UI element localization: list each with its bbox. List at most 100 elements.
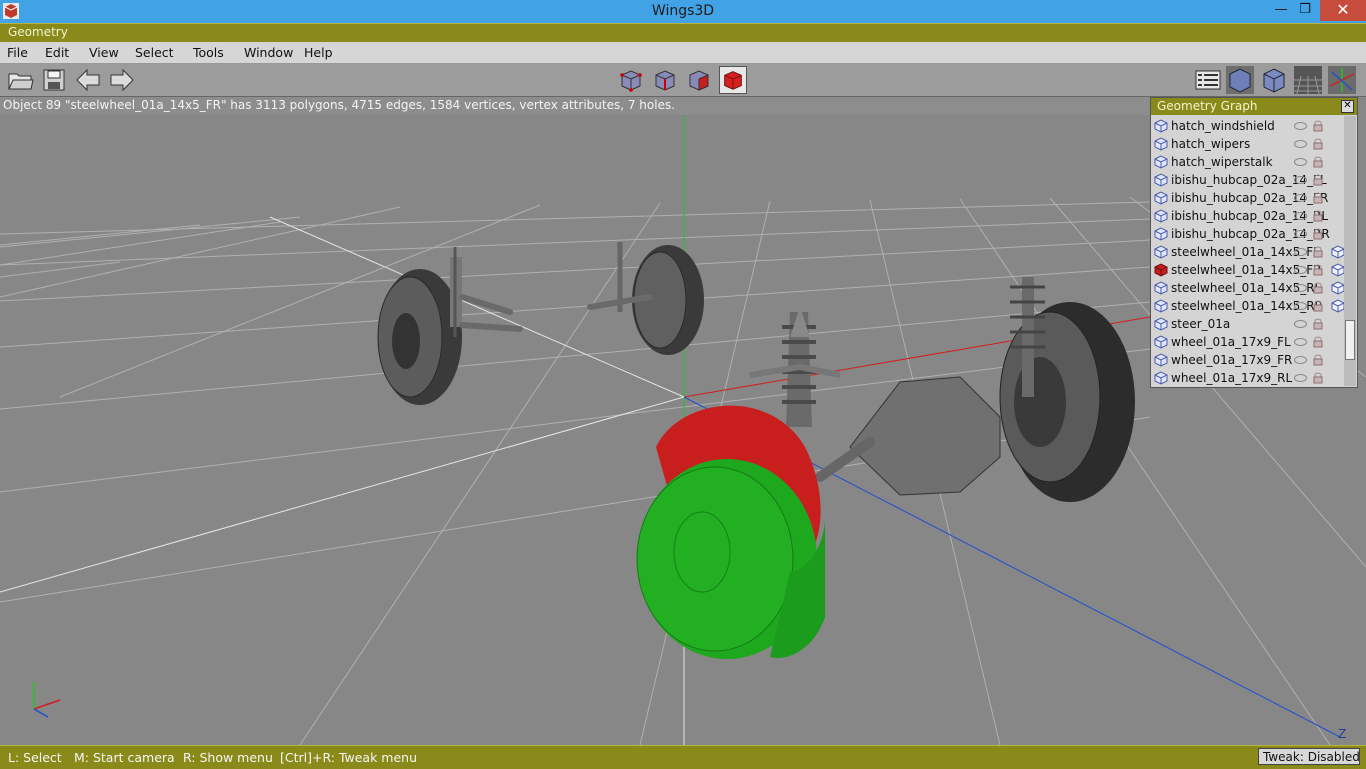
graph-object-row[interactable]: hatch_windshield bbox=[1151, 117, 1343, 135]
menu-view[interactable]: View bbox=[89, 45, 119, 60]
visibility-eye-icon[interactable] bbox=[1294, 176, 1307, 184]
graph-object-row[interactable]: steelwheel_01a_14x5_RL bbox=[1151, 279, 1345, 297]
object-cube-icon[interactable] bbox=[1154, 173, 1168, 187]
lock-icon[interactable] bbox=[1313, 174, 1323, 186]
visibility-eye-icon[interactable] bbox=[1294, 194, 1307, 202]
lock-icon[interactable] bbox=[1313, 156, 1323, 168]
edge-select-icon[interactable] bbox=[651, 66, 679, 94]
lock-icon[interactable] bbox=[1313, 300, 1323, 312]
object-cube-icon[interactable] bbox=[1154, 155, 1168, 169]
face-select-icon[interactable] bbox=[685, 66, 713, 94]
visibility-eye-icon[interactable] bbox=[1294, 338, 1307, 346]
geometry-graph-panel: Geometry Graph ✕ hatch_windshield hatch_w… bbox=[1150, 97, 1358, 388]
window-title: Wings3D bbox=[651, 3, 715, 19]
graph-object-row[interactable]: steelwheel_01a_14x5_RR bbox=[1151, 297, 1345, 315]
geometry-graph-header[interactable]: Geometry Graph ✕ bbox=[1151, 98, 1357, 115]
lock-icon[interactable] bbox=[1313, 228, 1323, 240]
object-cube-icon[interactable] bbox=[1154, 119, 1168, 133]
visibility-eye-icon[interactable] bbox=[1294, 356, 1307, 364]
object-cube-icon[interactable] bbox=[1154, 137, 1168, 151]
lock-icon[interactable] bbox=[1313, 354, 1323, 366]
lock-icon[interactable] bbox=[1313, 192, 1323, 204]
object-cube-icon[interactable] bbox=[1154, 299, 1168, 313]
graph-object-row[interactable]: wheel_01a_17x9_FR bbox=[1151, 351, 1343, 369]
smooth-shade-icon[interactable] bbox=[1226, 66, 1254, 94]
geometry-window-header: Geometry bbox=[0, 23, 1366, 42]
visibility-eye-icon[interactable] bbox=[1294, 122, 1307, 130]
menu-edit[interactable]: Edit bbox=[45, 45, 69, 60]
status-ctrl-rmb-hint: [Ctrl]+R: Tweak menu bbox=[280, 750, 418, 765]
menu-window[interactable]: Window bbox=[244, 45, 293, 60]
lock-icon[interactable] bbox=[1313, 282, 1323, 294]
menu-file[interactable]: File bbox=[7, 45, 28, 60]
object-cube-icon[interactable] bbox=[1154, 245, 1168, 259]
object-cube-icon[interactable] bbox=[1154, 353, 1168, 367]
graph-object-row[interactable]: wheel_01a_17x9_RL bbox=[1151, 369, 1343, 387]
outliner-icon[interactable] bbox=[1194, 66, 1222, 94]
ground-plane-icon[interactable] bbox=[1294, 66, 1322, 94]
lock-icon[interactable] bbox=[1313, 246, 1323, 258]
menu-select[interactable]: Select bbox=[135, 45, 174, 60]
wire-cube-icon[interactable] bbox=[1331, 281, 1345, 295]
object-cube-icon[interactable] bbox=[1154, 335, 1168, 349]
lock-icon[interactable] bbox=[1313, 138, 1323, 150]
lock-icon[interactable] bbox=[1313, 318, 1323, 330]
graph-scrollbar[interactable] bbox=[1344, 116, 1356, 386]
menu-tools[interactable]: Tools bbox=[193, 45, 224, 60]
menu-help[interactable]: Help bbox=[304, 45, 333, 60]
visibility-eye-icon[interactable] bbox=[1294, 302, 1307, 310]
visibility-eye-icon[interactable] bbox=[1294, 140, 1307, 148]
lock-icon[interactable] bbox=[1313, 336, 1323, 348]
lock-icon[interactable] bbox=[1313, 120, 1323, 132]
object-cube-icon[interactable] bbox=[1154, 317, 1168, 331]
flat-shade-icon[interactable] bbox=[1260, 66, 1288, 94]
graph-object-row[interactable]: ibishu_hubcap_02a_14_FL bbox=[1151, 171, 1343, 189]
close-panel-icon[interactable]: ✕ bbox=[1341, 100, 1354, 113]
graph-object-row[interactable]: wheel_01a_17x9_FL bbox=[1151, 333, 1343, 351]
object-cube-icon[interactable] bbox=[1154, 227, 1168, 241]
object-cube-icon[interactable] bbox=[1154, 371, 1168, 385]
object-cube-icon[interactable] bbox=[1154, 209, 1168, 223]
visibility-eye-icon[interactable] bbox=[1294, 248, 1307, 256]
axes-icon[interactable] bbox=[1328, 66, 1356, 94]
visibility-eye-icon[interactable] bbox=[1294, 374, 1307, 382]
body-select-button[interactable] bbox=[719, 66, 747, 94]
graph-object-row[interactable]: hatch_wipers bbox=[1151, 135, 1343, 153]
tweak-status-button[interactable]: Tweak: Disabled bbox=[1258, 748, 1360, 765]
status-mmb-hint: M: Start camera bbox=[74, 750, 175, 765]
object-name: hatch_windshield bbox=[1171, 119, 1275, 133]
graph-object-row[interactable]: steelwheel_01a_14x5_FR bbox=[1151, 261, 1345, 279]
visibility-eye-icon[interactable] bbox=[1294, 266, 1307, 274]
object-cube-icon[interactable] bbox=[1154, 263, 1168, 277]
open-folder-icon[interactable] bbox=[6, 66, 34, 94]
wire-cube-icon[interactable] bbox=[1331, 245, 1345, 259]
visibility-eye-icon[interactable] bbox=[1294, 320, 1307, 328]
visibility-eye-icon[interactable] bbox=[1294, 284, 1307, 292]
redo-arrow-icon[interactable] bbox=[108, 66, 136, 94]
graph-object-row[interactable]: steer_01a bbox=[1151, 315, 1343, 333]
lock-icon[interactable] bbox=[1313, 264, 1323, 276]
visibility-eye-icon[interactable] bbox=[1294, 158, 1307, 166]
graph-object-row[interactable]: ibishu_hubcap_02a_14_RL bbox=[1151, 207, 1343, 225]
lock-icon[interactable] bbox=[1313, 372, 1323, 384]
object-name: hatch_wiperstalk bbox=[1171, 155, 1273, 169]
graph-scroll-thumb[interactable] bbox=[1345, 320, 1355, 360]
minimize-button[interactable]: — bbox=[1268, 0, 1294, 21]
close-window-button[interactable]: ✕ bbox=[1320, 0, 1366, 21]
visibility-eye-icon[interactable] bbox=[1294, 230, 1307, 238]
visibility-eye-icon[interactable] bbox=[1294, 212, 1307, 220]
undo-arrow-icon[interactable] bbox=[74, 66, 102, 94]
graph-object-row[interactable]: ibishu_hubcap_02a_14_RR bbox=[1151, 225, 1343, 243]
lock-icon[interactable] bbox=[1313, 210, 1323, 222]
restore-button[interactable]: ❐ bbox=[1292, 0, 1318, 21]
graph-object-row[interactable]: ibishu_hubcap_02a_14_FR bbox=[1151, 189, 1343, 207]
vertex-select-icon[interactable] bbox=[617, 66, 645, 94]
save-icon[interactable] bbox=[40, 66, 68, 94]
object-cube-icon[interactable] bbox=[1154, 281, 1168, 295]
object-cube-icon[interactable] bbox=[1154, 191, 1168, 205]
wire-cube-icon[interactable] bbox=[1331, 263, 1345, 277]
menu-bar: File Edit View Select Tools Window Help bbox=[0, 42, 1366, 64]
graph-object-row[interactable]: steelwheel_01a_14x5_FL bbox=[1151, 243, 1345, 261]
wire-cube-icon[interactable] bbox=[1331, 299, 1345, 313]
graph-object-row[interactable]: hatch_wiperstalk bbox=[1151, 153, 1343, 171]
